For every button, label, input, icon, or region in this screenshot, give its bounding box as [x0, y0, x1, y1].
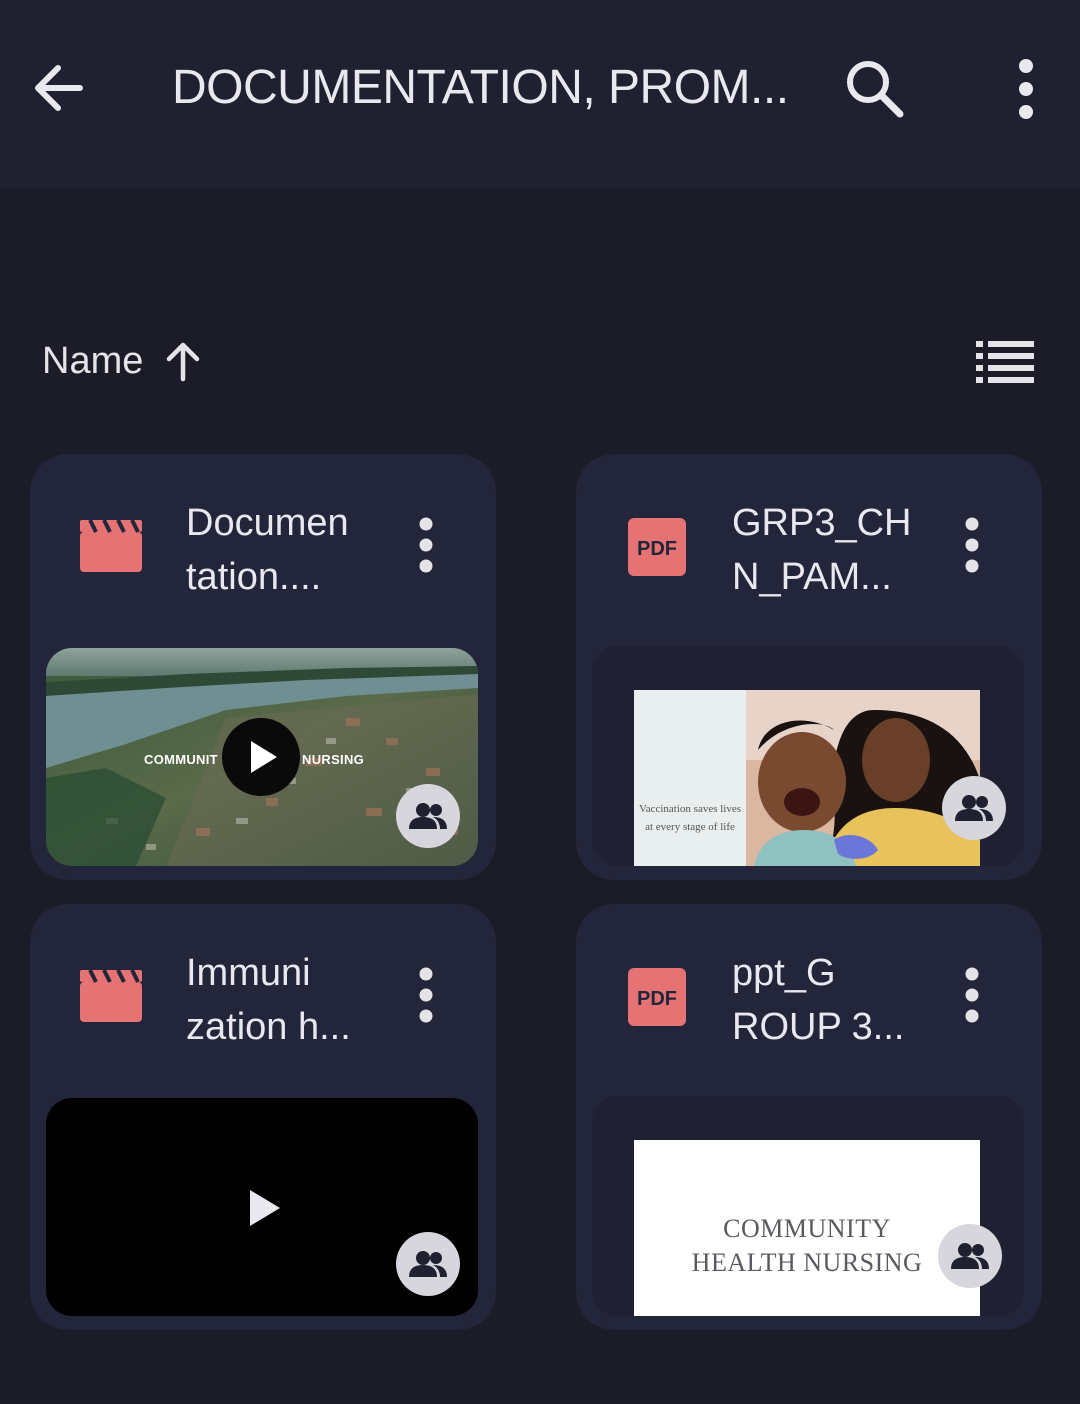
file-more-icon[interactable]: [408, 516, 444, 574]
pdf-page-preview: COMMUNITY HEALTH NURSING: [634, 1140, 980, 1316]
pdf-label: PDF: [637, 538, 677, 560]
shared-people-icon: [396, 1232, 460, 1296]
shared-people-icon: [396, 784, 460, 848]
play-icon[interactable]: [222, 718, 300, 796]
pdf-page-preview: Vaccination saves lives at every stage o…: [634, 690, 980, 866]
file-card-documentation[interactable]: Documen tation.... COMMUNIT NURSING: [30, 454, 496, 880]
pdf-thumbnail-title: COMMUNITY HEALTH NURSING: [691, 1214, 923, 1277]
file-name: GRP3_CH N_PAM...: [732, 502, 912, 598]
file-more-icon[interactable]: [954, 516, 990, 574]
pdf-thumbnail-caption: Vaccination saves lives at every stage o…: [638, 803, 742, 833]
shared-people-icon: [938, 1224, 1002, 1288]
pdf-icon: PDF: [628, 518, 686, 576]
file-name: Immuni zation h...: [186, 952, 351, 1048]
file-card-ppt-group3[interactable]: PDF ppt_G ROUP 3... COMMUNITY HEALTH NUR…: [576, 904, 1042, 1330]
file-card-immunization[interactable]: Immuni zation h...: [30, 904, 496, 1330]
pdf-thumbnail[interactable]: COMMUNITY HEALTH NURSING: [592, 1096, 1024, 1316]
pdf-icon: PDF: [628, 968, 686, 1026]
sort-bar: Name: [0, 326, 1080, 396]
sort-label: Name: [42, 339, 144, 382]
video-clapper-icon: [78, 516, 144, 574]
file-card-grp3[interactable]: PDF GRP3_CH N_PAM... Vaccination saves l…: [576, 454, 1042, 880]
file-more-icon[interactable]: [408, 966, 444, 1024]
sort-by-name-button[interactable]: Name: [42, 336, 203, 386]
file-more-icon[interactable]: [954, 966, 990, 1024]
search-icon[interactable]: [842, 56, 908, 122]
video-clapper-icon: [78, 966, 144, 1024]
file-name: ppt_G ROUP 3...: [732, 952, 905, 1048]
video-thumbnail[interactable]: [46, 1098, 478, 1316]
more-vertical-icon[interactable]: [1008, 58, 1044, 120]
pdf-label: PDF: [637, 988, 677, 1010]
arrow-up-icon: [163, 339, 203, 383]
back-arrow-icon[interactable]: [28, 58, 88, 118]
list-view-icon[interactable]: [972, 338, 1038, 384]
pdf-thumbnail[interactable]: Vaccination saves lives at every stage o…: [592, 646, 1024, 866]
shared-people-icon: [942, 776, 1006, 840]
play-icon[interactable]: [242, 1186, 286, 1230]
file-name: Documen tation....: [186, 502, 349, 598]
thumbnail-caption-left: COMMUNIT: [144, 752, 218, 767]
app-bar: DOCUMENTATION, PROM...: [0, 0, 1080, 188]
video-thumbnail[interactable]: COMMUNIT NURSING: [46, 648, 478, 866]
thumbnail-caption-right: NURSING: [302, 752, 365, 767]
folder-title: DOCUMENTATION, PROM...: [172, 61, 789, 114]
